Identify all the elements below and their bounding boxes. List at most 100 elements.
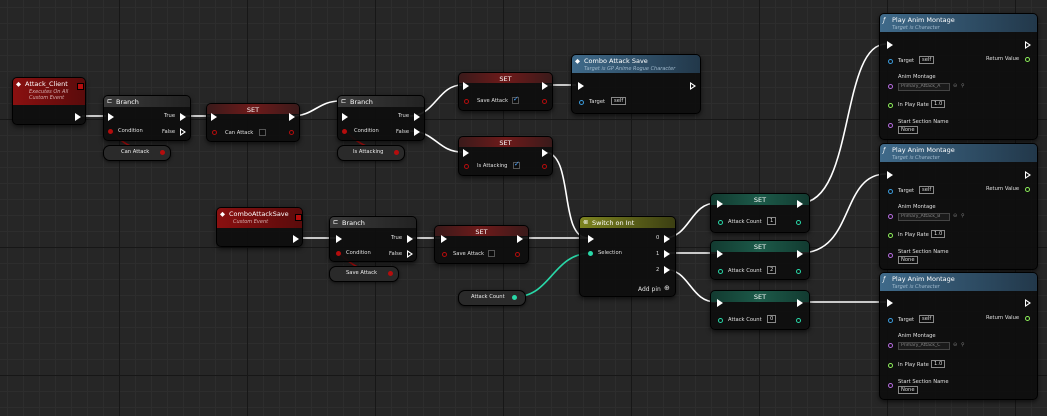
- condition-pin[interactable]: [342, 129, 347, 134]
- browse-icon[interactable]: ⚲: [961, 342, 965, 348]
- exec-in-pin[interactable]: [717, 250, 723, 258]
- exec-out-pin[interactable]: [542, 149, 548, 157]
- exec-out-pin[interactable]: [797, 299, 803, 307]
- value-field[interactable]: 2: [767, 266, 777, 274]
- clear-icon[interactable]: ⊖: [953, 342, 957, 348]
- exec-out-pin[interactable]: [1025, 41, 1031, 49]
- condition-pin[interactable]: [336, 251, 341, 256]
- exec-out-pin[interactable]: [293, 235, 299, 243]
- value-field[interactable]: 0: [767, 315, 777, 323]
- target-value-field[interactable]: self: [919, 315, 935, 323]
- clear-icon[interactable]: ⊖: [953, 83, 957, 89]
- clear-icon[interactable]: ⊖: [953, 213, 957, 219]
- return-value-pin[interactable]: [1025, 57, 1030, 62]
- exec-out-pin[interactable]: [1025, 171, 1031, 179]
- target-pin[interactable]: [579, 100, 584, 105]
- exec-out-pin[interactable]: [75, 113, 81, 121]
- case-1-exec-pin[interactable]: [664, 250, 670, 258]
- value-checkbox[interactable]: [488, 250, 495, 257]
- anim-montage-pin[interactable]: [888, 214, 893, 219]
- set-attack-count-2[interactable]: SET Attack Count 2: [710, 240, 810, 280]
- exec-in-pin[interactable]: [211, 113, 217, 121]
- false-exec-pin[interactable]: [407, 250, 413, 258]
- value-checkbox[interactable]: [259, 129, 266, 136]
- set-can-attack[interactable]: SET Can Attack: [206, 103, 300, 142]
- can-attack-getter[interactable]: Can Attack: [103, 145, 171, 161]
- play-rate-pin[interactable]: [888, 103, 893, 108]
- section-name-pin[interactable]: [888, 123, 893, 128]
- true-exec-pin[interactable]: [180, 113, 186, 121]
- anim-montage-dropdown[interactable]: Primary_Attack_B: [898, 213, 950, 221]
- bool-out-pin[interactable]: [542, 99, 547, 104]
- bool-out-pin[interactable]: [388, 271, 393, 276]
- target-value-field[interactable]: self: [919, 56, 935, 64]
- exec-in-pin[interactable]: [717, 299, 723, 307]
- exec-out-pin[interactable]: [289, 113, 295, 121]
- exec-out-pin[interactable]: [797, 250, 803, 258]
- delegate-pin[interactable]: [77, 83, 84, 90]
- bool-in-pin[interactable]: [464, 99, 469, 104]
- exec-out-pin[interactable]: [517, 235, 523, 243]
- set-save-attack-2[interactable]: SET Save Attack: [434, 225, 529, 264]
- int-out-pin[interactable]: [796, 220, 801, 225]
- exec-in-pin[interactable]: [887, 41, 893, 49]
- is-attacking-getter[interactable]: Is Attacking: [337, 145, 405, 161]
- value-checkbox[interactable]: [512, 95, 519, 104]
- section-name-field[interactable]: None: [898, 386, 918, 394]
- return-value-pin[interactable]: [1025, 187, 1030, 192]
- switch-on-int-node[interactable]: ⋐ Switch on Int Selection 0 1 2 Add pin …: [579, 216, 676, 297]
- add-pin-icon[interactable]: ⊕: [664, 284, 670, 292]
- section-name-field[interactable]: None: [898, 256, 918, 264]
- return-value-pin[interactable]: [1025, 316, 1030, 321]
- target-pin[interactable]: [888, 189, 893, 194]
- condition-pin[interactable]: [108, 129, 113, 134]
- branch-node-1[interactable]: ⊏ Branch Condition True False: [103, 95, 191, 141]
- bool-out-pin[interactable]: [394, 150, 399, 155]
- true-exec-pin[interactable]: [414, 113, 420, 121]
- combo-attack-save-node[interactable]: ◆ Combo Attack Save Target is GP Anime R…: [571, 54, 701, 114]
- exec-out-pin[interactable]: [1025, 299, 1031, 307]
- bool-out-pin[interactable]: [289, 130, 294, 135]
- exec-in-pin[interactable]: [578, 82, 584, 90]
- play-rate-pin[interactable]: [888, 363, 893, 368]
- target-pin[interactable]: [888, 59, 893, 64]
- save-attack-getter[interactable]: Save Attack: [329, 266, 399, 282]
- event-attack-client[interactable]: ◆ Attack_Client Executes On All Custom E…: [12, 77, 86, 125]
- int-out-pin[interactable]: [512, 295, 517, 300]
- value-checkbox[interactable]: [513, 160, 520, 169]
- play-rate-field[interactable]: 1.0: [931, 360, 946, 368]
- value-field[interactable]: 1: [767, 217, 777, 225]
- exec-in-pin[interactable]: [463, 149, 469, 157]
- play-rate-pin[interactable]: [888, 233, 893, 238]
- section-name-pin[interactable]: [888, 383, 893, 388]
- section-name-pin[interactable]: [888, 253, 893, 258]
- case-0-exec-pin[interactable]: [664, 235, 670, 243]
- exec-out-pin[interactable]: [542, 82, 548, 90]
- anim-montage-dropdown[interactable]: Primary_Attack_A: [898, 83, 950, 91]
- bool-out-pin[interactable]: [515, 252, 520, 257]
- browse-icon[interactable]: ⚲: [961, 83, 965, 89]
- false-exec-pin[interactable]: [414, 128, 420, 136]
- bool-in-pin[interactable]: [464, 164, 469, 169]
- exec-in-pin[interactable]: [342, 113, 348, 121]
- exec-in-pin[interactable]: [717, 200, 723, 208]
- exec-out-pin[interactable]: [690, 82, 696, 90]
- case-2-exec-pin[interactable]: [664, 266, 670, 274]
- play-anim-montage-3[interactable]: ƒ Play Anim Montage Target is Character …: [879, 272, 1038, 400]
- play-anim-montage-1[interactable]: ƒ Play Anim Montage Target is Character …: [879, 13, 1038, 140]
- play-rate-field[interactable]: 1.0: [931, 100, 946, 108]
- bool-out-pin[interactable]: [160, 150, 165, 155]
- target-pin[interactable]: [888, 318, 893, 323]
- set-save-attack-1[interactable]: SET Save Attack: [458, 72, 553, 111]
- false-exec-pin[interactable]: [180, 128, 186, 136]
- add-pin-label[interactable]: Add pin: [638, 286, 661, 293]
- exec-in-pin[interactable]: [463, 82, 469, 90]
- delegate-pin[interactable]: [295, 214, 302, 221]
- int-in-pin[interactable]: [718, 269, 723, 274]
- section-name-field[interactable]: None: [898, 126, 918, 134]
- play-rate-field[interactable]: 1.0: [931, 230, 946, 238]
- anim-montage-dropdown[interactable]: Primary_Attack_C: [898, 342, 950, 350]
- branch-node-3[interactable]: ⊏ Branch Condition True False: [329, 216, 417, 262]
- int-in-pin[interactable]: [718, 220, 723, 225]
- target-value-field[interactable]: self: [611, 97, 627, 105]
